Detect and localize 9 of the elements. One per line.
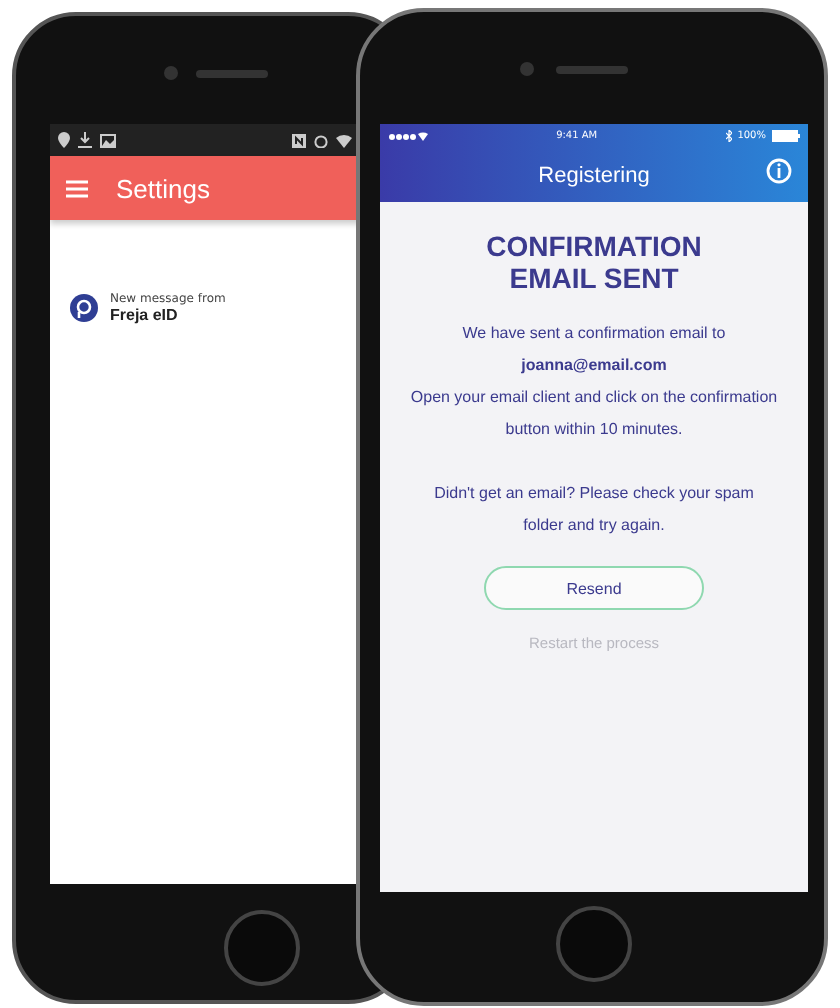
header-title: Registering — [538, 163, 650, 187]
email-address: joanna@email.com — [521, 354, 667, 378]
notification-sender: Freja eID — [110, 306, 180, 324]
page-heading: CONFIRMATION EMAIL SENT — [484, 230, 704, 294]
instruction-text: Open your email client and click on the confirmation button within 10 minutes. — [408, 386, 780, 442]
help-text: Didn't get an email? Please check your spam folder and try again. — [434, 482, 754, 538]
resend-button[interactable]: Resend — [484, 566, 704, 610]
header-title: Settings — [116, 173, 210, 203]
message-text: We have sent a confirmation email to — [462, 322, 726, 346]
